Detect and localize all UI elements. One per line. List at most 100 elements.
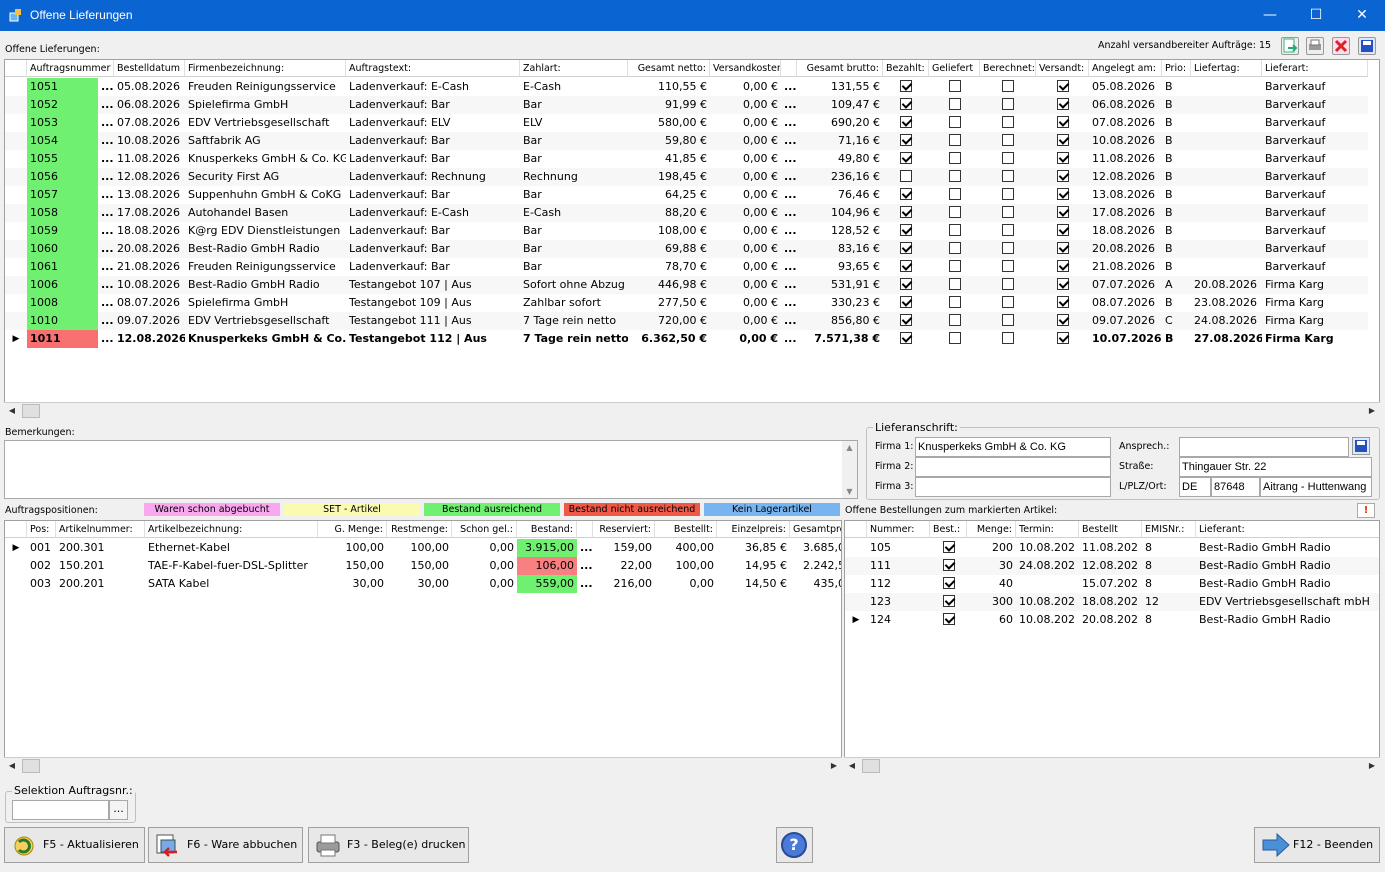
position-row[interactable]: ▶ 001 200.301 Ethernet-Kabel 100,00 100,00 0,0…: [5, 539, 841, 557]
bestellungen-col-header[interactable]: Nummer:: [867, 521, 930, 538]
firma1-field[interactable]: Knusperkeks GmbH & Co. KG: [915, 437, 1111, 457]
minimize-button[interactable]: —: [1247, 0, 1293, 31]
orders-row[interactable]: 1053... 07.08.2026 EDV Vertriebsgesellscha…: [5, 114, 1368, 132]
shipping-details-button[interactable]: ...: [781, 240, 797, 258]
exit-button[interactable]: F12 - Beenden: [1254, 827, 1380, 863]
shipped-checkbox[interactable]: [1056, 98, 1069, 110]
selection-browse-button[interactable]: ...: [109, 800, 128, 820]
paid-checkbox[interactable]: [900, 170, 912, 182]
invoiced-checkbox[interactable]: [1002, 80, 1014, 92]
orders-col-header[interactable]: Bestelldatum: [114, 60, 185, 77]
alert-icon[interactable]: !: [1357, 503, 1375, 518]
orders-col-header[interactable]: Prio:: [1162, 60, 1191, 77]
strasse-field[interactable]: Thingauer Str. 22: [1179, 457, 1372, 477]
orders-row[interactable]: 1054... 10.08.2026 Saftfabrik AG Ladenverka…: [5, 132, 1368, 150]
close-button[interactable]: ✕: [1339, 0, 1385, 31]
orders-hscroll[interactable]: ◀ ▶: [4, 402, 1380, 418]
scroll-down-icon[interactable]: ▼: [842, 487, 857, 496]
delivered-checkbox[interactable]: [948, 80, 961, 92]
shipped-checkbox[interactable]: [1056, 152, 1069, 164]
positions-col-header[interactable]: Schon gel.:: [452, 521, 517, 538]
shipping-details-button[interactable]: ...: [781, 258, 797, 276]
shipping-details-button[interactable]: ...: [781, 222, 797, 240]
order-number[interactable]: 1058: [27, 204, 98, 222]
positions-col-header[interactable]: Bestand:: [517, 521, 577, 538]
delivered-checkbox[interactable]: [948, 206, 961, 218]
purchase-order-row[interactable]: 112 40 15.07.202 8 Best-Radio GmbH Radio: [845, 575, 1379, 593]
help-button[interactable]: ?: [776, 827, 813, 863]
po-confirmed-checkbox[interactable]: [942, 595, 955, 607]
po-confirmed-checkbox[interactable]: [942, 541, 955, 553]
shipping-details-button[interactable]: ...: [781, 132, 797, 150]
invoiced-checkbox[interactable]: [1002, 188, 1014, 200]
order-number[interactable]: 1006: [27, 276, 98, 294]
order-number[interactable]: 1010: [27, 312, 98, 330]
delivered-checkbox[interactable]: [948, 278, 961, 290]
paid-checkbox[interactable]: [900, 134, 912, 146]
shipping-details-button[interactable]: ...: [781, 78, 797, 96]
paid-checkbox[interactable]: [900, 314, 912, 326]
shipped-checkbox[interactable]: [1056, 80, 1069, 92]
bestellungen-col-header[interactable]: Bestellt: [1079, 521, 1142, 538]
shipped-checkbox[interactable]: [1056, 170, 1069, 182]
orders-col-header[interactable]: Zahlart:: [520, 60, 628, 77]
orders-col-header[interactable]: Gesamt brutto:: [797, 60, 883, 77]
bestellungen-col-header[interactable]: Best.:: [930, 521, 967, 538]
order-number[interactable]: 1056: [27, 168, 98, 186]
order-number[interactable]: 1052: [27, 96, 98, 114]
purchase-order-row[interactable]: 111 30 24.08.202 12.08.202 8 Best-Radio GmbH …: [845, 557, 1379, 575]
print-icon[interactable]: [1306, 37, 1324, 55]
orders-row[interactable]: 1008... 08.07.2026 Spielefirma GmbH Testang…: [5, 294, 1368, 312]
position-row[interactable]: 003 200.201 SATA Kabel 30,00 30,00 0,00 559,00…: [5, 575, 841, 593]
bestellungen-hscroll[interactable]: ◀ ▶: [844, 757, 1380, 773]
shipped-checkbox[interactable]: [1056, 206, 1069, 218]
bestellungen-col-header[interactable]: Lieferant:: [1196, 521, 1379, 538]
positions-col-header[interactable]: Pos:: [27, 521, 56, 538]
paid-checkbox[interactable]: [900, 332, 912, 344]
invoiced-checkbox[interactable]: [1002, 224, 1014, 236]
positions-col-header[interactable]: Bestellt:: [655, 521, 717, 538]
firma3-field[interactable]: [915, 477, 1111, 497]
po-confirmed-checkbox[interactable]: [942, 577, 955, 589]
orders-col-header[interactable]: Auftragstext:: [346, 60, 520, 77]
ansprech-field[interactable]: [1179, 437, 1349, 457]
positions-col-header[interactable]: Artikelnummer:: [56, 521, 145, 538]
purchase-order-row[interactable]: ▶ 124 60 10.08.202 20.08.202 8 Best-Radio GmbH…: [845, 611, 1379, 629]
shipped-checkbox[interactable]: [1056, 278, 1069, 290]
paid-checkbox[interactable]: [900, 296, 912, 308]
orders-col-header[interactable]: Lieferart:: [1262, 60, 1368, 77]
delivered-checkbox[interactable]: [948, 242, 961, 254]
order-number[interactable]: 1051: [27, 78, 98, 96]
orders-col-header[interactable]: Auftragsnummer: [27, 60, 114, 77]
order-details-button[interactable]: ...: [98, 222, 114, 240]
bestellungen-col-header[interactable]: Termin:: [1016, 521, 1079, 538]
land-field[interactable]: DE: [1179, 477, 1211, 497]
order-details-button[interactable]: ...: [98, 150, 114, 168]
order-details-button[interactable]: ...: [98, 240, 114, 258]
position-row[interactable]: 002 150.201 TAE-F-Kabel-fuer-DSL-Splitter 1…: [5, 557, 841, 575]
paid-checkbox[interactable]: [900, 152, 912, 164]
orders-col-header[interactable]: Firmenbezeichnung:: [185, 60, 346, 77]
positions-col-header[interactable]: [577, 521, 593, 538]
orders-col-header[interactable]: [5, 60, 27, 77]
positions-col-header[interactable]: [5, 521, 27, 538]
scroll-right-icon[interactable]: ▶: [826, 758, 842, 774]
positions-col-header[interactable]: Gesamtpreis: [790, 521, 841, 538]
order-details-button[interactable]: ...: [98, 312, 114, 330]
shipping-details-button[interactable]: ...: [781, 96, 797, 114]
order-details-button[interactable]: ...: [98, 330, 114, 348]
paid-checkbox[interactable]: [900, 98, 912, 110]
shipping-details-button[interactable]: ...: [781, 150, 797, 168]
paid-checkbox[interactable]: [900, 206, 912, 218]
scroll-left-icon[interactable]: ◀: [4, 758, 20, 774]
shipped-checkbox[interactable]: [1056, 260, 1069, 272]
orders-col-header[interactable]: Gesamt netto:: [628, 60, 710, 77]
paid-checkbox[interactable]: [900, 260, 912, 272]
order-details-button[interactable]: ...: [98, 204, 114, 222]
order-details-button[interactable]: ...: [98, 78, 114, 96]
order-number[interactable]: 1008: [27, 294, 98, 312]
orders-row[interactable]: 1055... 11.08.2026 Knusperkeks GmbH & Co. …: [5, 150, 1368, 168]
order-details-button[interactable]: ...: [98, 186, 114, 204]
export-icon[interactable]: [1281, 37, 1299, 55]
orders-col-header[interactable]: Berechnet:: [980, 60, 1036, 77]
